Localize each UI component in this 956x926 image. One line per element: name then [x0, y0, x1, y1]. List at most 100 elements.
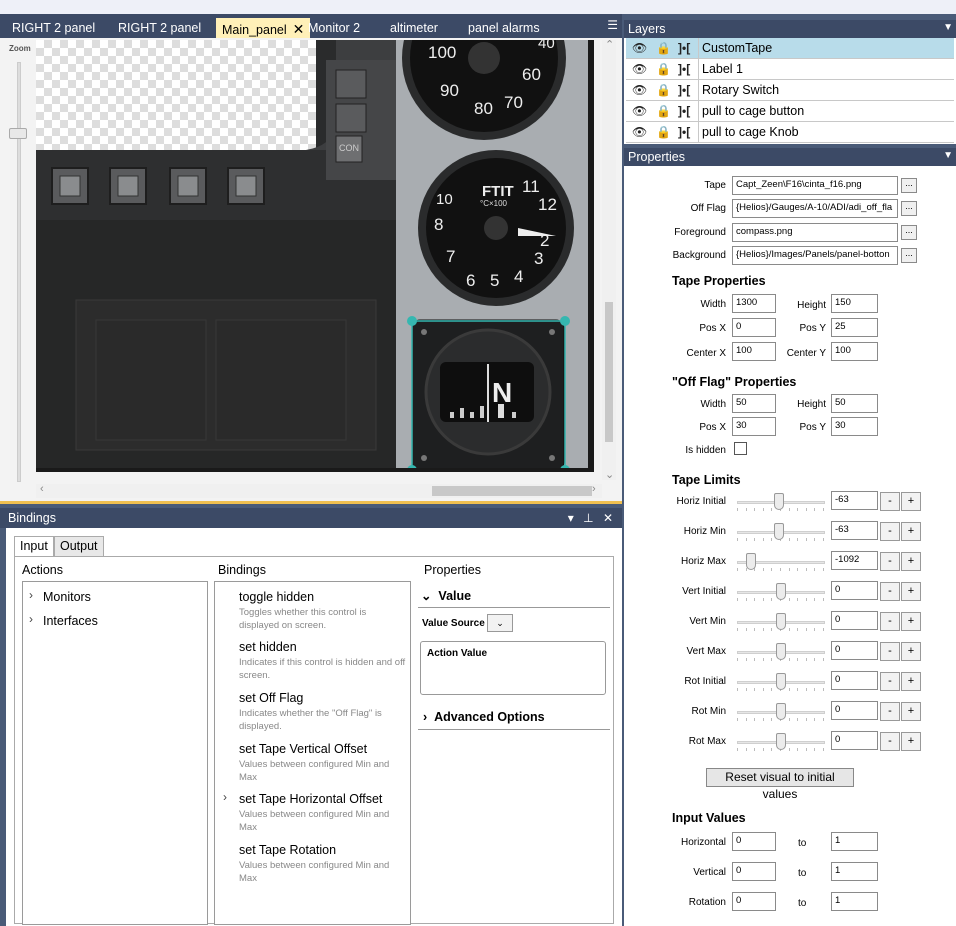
lock-icon[interactable]: 🔒 — [656, 83, 671, 97]
slider-thumb[interactable] — [774, 493, 784, 510]
layer-row[interactable]: 👁 🔒]•[pull to cage button — [626, 101, 954, 122]
tape-file-input[interactable]: Capt_Zeen\F16\cinta_f16.png — [732, 176, 898, 195]
input-to-field[interactable]: 1 — [831, 862, 878, 881]
decrement-button[interactable]: - — [880, 672, 900, 691]
advanced-options-toggle[interactable]: › Advanced Options — [423, 710, 545, 724]
tab-panel-alarms[interactable]: panel alarms — [462, 18, 546, 38]
tab-altimeter[interactable]: altimeter — [384, 18, 444, 38]
limit-value-input[interactable]: 0 — [831, 641, 878, 660]
zoom-track[interactable] — [17, 62, 21, 482]
tab-output[interactable]: Output — [54, 536, 104, 556]
binding-item-set-off-flag[interactable]: set Off Flag Indicates whether the "Off F… — [239, 691, 409, 733]
eye-icon[interactable]: 👁 — [632, 104, 647, 118]
binding-item-set-tape-rotation[interactable]: set Tape Rotation Values between configur… — [239, 843, 409, 885]
increment-button[interactable]: + — [901, 522, 921, 541]
limit-slider[interactable] — [737, 672, 825, 692]
slider-thumb[interactable] — [776, 673, 786, 690]
eye-icon[interactable]: 👁 — [632, 62, 647, 76]
slider-thumb[interactable] — [776, 613, 786, 630]
layer-row[interactable]: 👁 🔒]•[CustomTape — [626, 38, 954, 59]
tab-right2-panel-1[interactable]: RIGHT 2 panel — [6, 18, 101, 38]
limit-value-input[interactable]: 0 — [831, 731, 878, 750]
increment-button[interactable]: + — [901, 672, 921, 691]
is-hidden-checkbox[interactable] — [734, 442, 747, 455]
resize-icon[interactable]: ]•[ — [678, 125, 690, 139]
off-flag-file-input[interactable]: {Helios}/Gauges/A-10/ADI/adi_off_fla — [732, 199, 898, 218]
background-browse-button[interactable]: ... — [901, 248, 917, 263]
tape-centery-input[interactable]: 100 — [831, 342, 878, 361]
foreground-browse-button[interactable]: ... — [901, 225, 917, 240]
increment-button[interactable]: + — [901, 492, 921, 511]
resize-icon[interactable]: ]•[ — [678, 62, 690, 76]
input-to-field[interactable]: 1 — [831, 832, 878, 851]
limit-value-input[interactable]: -63 — [831, 521, 878, 540]
binding-item-set-hidden[interactable]: set hidden Indicates if this control is h… — [239, 640, 409, 682]
flag-posy-input[interactable]: 30 — [831, 417, 878, 436]
tab-main-panel[interactable]: Main_panel ✕ — [216, 18, 311, 38]
tree-item-interfaces[interactable]: › Interfaces — [29, 612, 98, 628]
limit-slider[interactable] — [737, 552, 825, 572]
scroll-thumb[interactable] — [432, 486, 592, 496]
slider-thumb[interactable] — [746, 553, 756, 570]
decrement-button[interactable]: - — [880, 732, 900, 751]
binding-item-toggle-hidden[interactable]: toggle hidden Toggles whether this contro… — [239, 590, 409, 632]
zoom-slider-thumb[interactable] — [9, 128, 27, 139]
layer-row[interactable]: 👁 🔒]•[pull to cage Knob — [626, 122, 954, 143]
input-to-field[interactable]: 1 — [831, 892, 878, 911]
lock-icon[interactable]: 🔒 — [656, 125, 671, 139]
slider-thumb[interactable] — [776, 583, 786, 600]
eye-icon[interactable]: 👁 — [632, 125, 647, 139]
canvas-horizontal-scrollbar[interactable]: ‹ › — [36, 483, 602, 498]
decrement-button[interactable]: - — [880, 582, 900, 601]
slider-thumb[interactable] — [776, 703, 786, 720]
limit-slider[interactable] — [737, 642, 825, 662]
foreground-file-input[interactable]: compass.png — [732, 223, 898, 242]
limit-value-input[interactable]: 0 — [831, 701, 878, 720]
limit-slider[interactable] — [737, 702, 825, 722]
limit-value-input[interactable]: 0 — [831, 581, 878, 600]
off-flag-browse-button[interactable]: ... — [901, 201, 917, 216]
eye-icon[interactable]: 👁 — [632, 83, 647, 97]
decrement-button[interactable]: - — [880, 612, 900, 631]
background-file-input[interactable]: {Helios}/Images/Panels/panel-botton — [732, 246, 898, 265]
limit-slider[interactable] — [737, 612, 825, 632]
resize-icon[interactable]: ]•[ — [678, 83, 690, 97]
slider-thumb[interactable] — [774, 523, 784, 540]
tab-right2-panel-2[interactable]: RIGHT 2 panel — [112, 18, 207, 38]
limit-slider[interactable] — [737, 492, 825, 512]
lock-icon[interactable]: 🔒 — [656, 62, 671, 76]
resize-icon[interactable]: ]•[ — [678, 104, 690, 118]
decrement-button[interactable]: - — [880, 492, 900, 511]
tape-height-input[interactable]: 150 — [831, 294, 878, 313]
tape-posy-input[interactable]: 25 — [831, 318, 878, 337]
increment-button[interactable]: + — [901, 582, 921, 601]
layer-row[interactable]: 👁 🔒]•[Label 1 — [626, 59, 954, 80]
action-value-box[interactable]: Action Value — [420, 641, 606, 695]
panel-canvas[interactable]: CON 100 90 80 70 60 40 FTIT °C×100 8 7 6… — [36, 40, 594, 472]
reset-visual-button[interactable]: Reset visual to initial values — [706, 768, 854, 801]
decrement-button[interactable]: - — [880, 702, 900, 721]
layer-row[interactable]: 👁 🔒]•[Rotary Switch — [626, 80, 954, 101]
increment-button[interactable]: + — [901, 552, 921, 571]
scroll-thumb[interactable] — [605, 302, 613, 442]
chevron-right-icon[interactable]: › — [29, 612, 33, 626]
value-section-toggle[interactable]: ⌄ Value — [421, 588, 471, 603]
input-from-field[interactable]: 0 — [732, 862, 776, 881]
eye-icon[interactable]: 👁 — [632, 41, 647, 55]
slider-thumb[interactable] — [776, 643, 786, 660]
limit-slider[interactable] — [737, 732, 825, 752]
flag-height-input[interactable]: 50 — [831, 394, 878, 413]
tree-item-monitors[interactable]: › Monitors — [29, 588, 91, 604]
limit-value-input[interactable]: 0 — [831, 611, 878, 630]
resize-icon[interactable]: ]•[ — [678, 41, 690, 55]
value-source-dropdown[interactable]: ⌄ — [487, 614, 513, 632]
canvas-vertical-scrollbar[interactable]: ⌃ ⌄ — [602, 39, 616, 481]
panel-controls-icons[interactable]: ▾ ⊥ ✕ — [568, 511, 616, 525]
tab-menu-icon[interactable]: ☰ — [607, 18, 618, 32]
panel-menu-icon[interactable]: ▼ — [943, 150, 953, 161]
increment-button[interactable]: + — [901, 612, 921, 631]
tape-browse-button[interactable]: ... — [901, 178, 917, 193]
chevron-right-icon[interactable]: › — [29, 588, 33, 602]
panel-menu-icon[interactable]: ▼ — [943, 22, 953, 33]
binding-item-set-tape-horizontal-offset[interactable]: set Tape Horizontal Offset Values between… — [239, 792, 409, 834]
